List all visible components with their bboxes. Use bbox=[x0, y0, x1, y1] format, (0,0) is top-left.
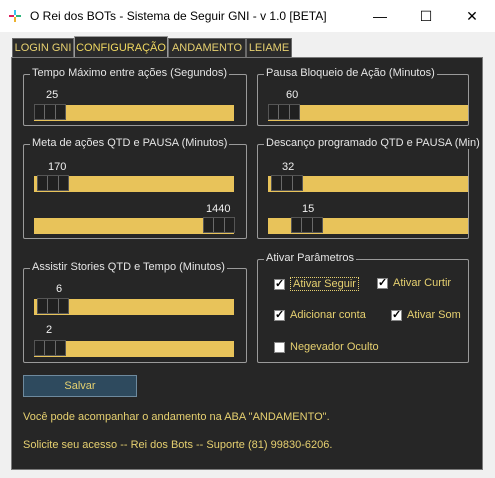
tab-login-gni[interactable]: LOGIN GNI bbox=[12, 38, 74, 57]
info-text-andamento: Você pode acompanhar o andamento na ABA … bbox=[23, 411, 330, 423]
descanco-pausa-slider[interactable] bbox=[268, 217, 468, 234]
checkbox-box[interactable] bbox=[274, 341, 285, 353]
slider-value: 2 bbox=[46, 324, 53, 336]
checkbox-label: Ativar Som bbox=[407, 309, 461, 321]
meta-acoes-qtd-slider[interactable] bbox=[34, 175, 234, 192]
tempo-maximo-slider[interactable] bbox=[34, 104, 234, 121]
group-pausa-bloqueio: Pausa Bloqueio de Ação (Minutos) 60 bbox=[257, 67, 469, 126]
tab-configuracao[interactable]: CONFIGURAÇÃO bbox=[74, 36, 168, 58]
slider-thumb[interactable] bbox=[291, 217, 323, 233]
checkbox-label: Adicionar conta bbox=[290, 309, 366, 321]
tab-andamento[interactable]: ANDAMENTO bbox=[168, 38, 246, 57]
slider-value: 15 bbox=[302, 203, 315, 215]
group-label: Tempo Máximo entre ações (Segundos) bbox=[30, 67, 230, 79]
descanco-qtd-slider[interactable] bbox=[268, 175, 468, 192]
checkbox-negevador-oculto[interactable]: Negevador Oculto bbox=[274, 341, 379, 353]
group-label: Ativar Parâmetros bbox=[264, 252, 357, 264]
group-label: Pausa Bloqueio de Ação (Minutos) bbox=[264, 67, 437, 79]
group-descanco: Descanço programado QTD e PAUSA (Min) 32… bbox=[257, 137, 482, 239]
checkbox-box[interactable] bbox=[274, 277, 285, 290]
window-title: O Rei dos BOTs - Sistema de Seguir GNI -… bbox=[30, 9, 327, 23]
slider-value: 60 bbox=[286, 89, 299, 101]
slider-value: 25 bbox=[46, 89, 59, 101]
minimize-button[interactable]: — bbox=[357, 0, 403, 32]
close-button[interactable]: ✕ bbox=[449, 0, 495, 32]
group-stories: Assistir Stories QTD e Tempo (Minutos) 6… bbox=[23, 261, 247, 363]
slider-value: 6 bbox=[56, 283, 63, 295]
stories-tempo-slider[interactable] bbox=[34, 340, 234, 357]
group-label: Meta de ações QTD e PAUSA (Minutos) bbox=[30, 137, 230, 149]
title-bar: O Rei dos BOTs - Sistema de Seguir GNI -… bbox=[0, 0, 495, 32]
slider-thumb[interactable] bbox=[268, 104, 300, 120]
group-ativar-parametros: Ativar Parâmetros Ativar Seguir Ativar C… bbox=[257, 252, 469, 363]
slider-thumb[interactable] bbox=[37, 175, 69, 191]
slider-thumb[interactable] bbox=[34, 104, 66, 120]
checkbox-label: Negevador Oculto bbox=[290, 341, 379, 353]
checkbox-ativar-som[interactable]: Ativar Som bbox=[391, 308, 461, 321]
slider-thumb[interactable] bbox=[37, 298, 69, 314]
slider-value: 32 bbox=[282, 161, 295, 173]
meta-acoes-pausa-slider[interactable] bbox=[34, 217, 235, 234]
checkbox-box[interactable] bbox=[377, 276, 388, 289]
group-tempo-maximo: Tempo Máximo entre ações (Segundos) 25 bbox=[23, 67, 247, 126]
save-button[interactable]: Salvar bbox=[23, 375, 137, 397]
configuracao-panel: Tempo Máximo entre ações (Segundos) 25 P… bbox=[11, 57, 483, 470]
app-icon bbox=[9, 10, 21, 22]
slider-thumb[interactable] bbox=[203, 217, 235, 233]
group-label: Descanço programado QTD e PAUSA (Min) bbox=[264, 137, 482, 149]
tab-leiame[interactable]: LEIAME bbox=[246, 38, 292, 57]
checkbox-ativar-seguir[interactable]: Ativar Seguir bbox=[274, 277, 359, 291]
maximize-button[interactable]: ☐ bbox=[403, 0, 449, 32]
stories-qtd-slider[interactable] bbox=[34, 298, 234, 315]
slider-value: 170 bbox=[48, 161, 67, 173]
checkbox-ativar-curtir[interactable]: Ativar Curtir bbox=[377, 276, 452, 289]
checkbox-label: Ativar Seguir bbox=[290, 277, 359, 291]
group-label: Assistir Stories QTD e Tempo (Minutos) bbox=[30, 261, 227, 273]
checkbox-box[interactable] bbox=[391, 308, 402, 321]
slider-thumb[interactable] bbox=[271, 175, 303, 191]
info-text-suporte: Solicite seu acesso -- Rei dos Bots -- S… bbox=[23, 439, 333, 451]
slider-value: 1440 bbox=[206, 203, 231, 215]
maximize-icon: ☐ bbox=[419, 7, 433, 24]
slider-thumb[interactable] bbox=[34, 340, 66, 356]
checkbox-label: Ativar Curtir bbox=[393, 277, 452, 289]
close-icon: ✕ bbox=[466, 7, 478, 24]
checkbox-adicionar-conta[interactable]: Adicionar conta bbox=[274, 308, 366, 321]
pausa-bloqueio-slider[interactable] bbox=[268, 104, 468, 121]
group-meta-acoes: Meta de ações QTD e PAUSA (Minutos) 170 … bbox=[23, 137, 247, 239]
minimize-icon: — bbox=[373, 8, 387, 24]
checkbox-box[interactable] bbox=[274, 308, 285, 321]
